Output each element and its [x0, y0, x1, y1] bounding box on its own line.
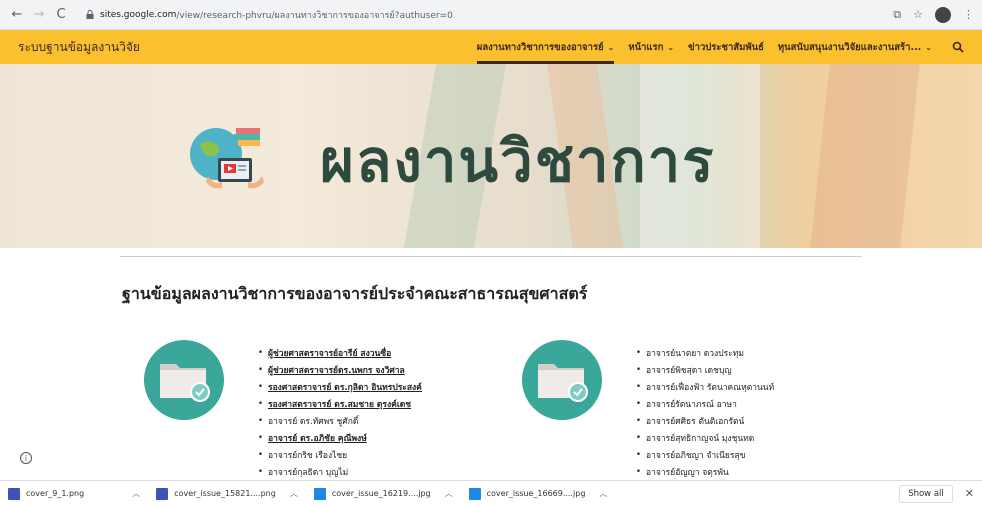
nav-item-label: ข่าวประชาสัมพันธ์ [688, 41, 764, 53]
translate-icon[interactable]: ⧉ [893, 8, 901, 22]
section-divider [120, 256, 862, 257]
chevron-down-icon: ⌄ [667, 42, 675, 52]
faculty-item: อาจารย์รัตนาภรณ์ อาษา [636, 395, 774, 412]
download-shelf: cover_9_1.png ︿ cover_issue_15821....png… [0, 480, 982, 506]
nav-item-research-funding[interactable]: ทุนสนับสนุนงานวิจัยและงานสร้า... ⌄ [778, 30, 932, 64]
back-icon[interactable]: ← [8, 6, 26, 24]
download-item[interactable]: cover_issue_15821....png ︿ [156, 484, 308, 504]
faculty-link[interactable]: ผู้ช่วยศาสตราจารย์อารีย์ สงวนซื่อ [258, 344, 422, 361]
folder-icon [522, 340, 602, 420]
nav-item-label: ผลงานทางวิชาการของอาจารย์ [476, 41, 604, 53]
reload-icon[interactable]: C [52, 6, 70, 24]
faculty-link[interactable]: รองศาสตราจารย์ ดร.สมชาย ดุรงค์เดช [258, 395, 422, 412]
chevron-up-icon[interactable]: ︿ [599, 488, 607, 499]
browser-actions: ⧉ ☆ ⋮ [893, 6, 974, 23]
nav-item-home[interactable]: หน้าแรก ⌄ [628, 30, 674, 64]
faculty-item: อาจารย์พิชสุดา เดชบุญ [636, 361, 774, 378]
chevron-up-icon[interactable]: ︿ [132, 488, 140, 499]
faculty-name: อาจารย์เฟื่องฟ้า รัตนาคณหุตานนท์ [646, 382, 775, 393]
site-header: ระบบฐานข้อมูลงานวิจัย ผลงานทางวิชาการของ… [0, 30, 982, 64]
download-item[interactable]: cover_issue_16219....jpg ︿ [313, 484, 463, 504]
page-heading: ฐานข้อมูลผลงานวิชาการของอาจารย์ประจำคณะส… [122, 284, 588, 303]
faculty-item: อาจารย์นาตยา ดวงประทุม [636, 344, 774, 361]
download-filename: cover_9_1.png [26, 489, 85, 498]
menu-icon[interactable]: ⋮ [963, 8, 974, 21]
info-icon[interactable]: i [20, 452, 32, 464]
image-file-icon [313, 487, 326, 500]
faculty-link[interactable]: ผู้ช่วยศาสตราจารย์ดร.นพกร จงวิศาล [258, 361, 422, 378]
faculty-name: อาจารย์ศศิธร ตันติเอกรัตน์ [646, 416, 745, 427]
url-host: sites.google.com [100, 9, 177, 20]
faculty-item: อาจารย์กุลธิดา บุญไม่ [258, 463, 422, 480]
hero-banner: ผลงานวิชาการ [0, 64, 982, 248]
faculty-name: อาจารย์สุทธิกาญจน์ มุงชุนทด [646, 433, 755, 444]
faculty-name: อาจารย์อภิชญา จำเนียรสุข [646, 450, 746, 461]
faculty-name: อาจารย์อัญญา จตุรพัน [646, 467, 729, 478]
faculty-name: อาจารย์รัตนาภรณ์ อาษา [646, 399, 737, 410]
faculty-name: อาจารย์กุลธิดา บุญไม่ [268, 467, 349, 478]
star-icon[interactable]: ☆ [913, 8, 923, 21]
image-file-icon [8, 487, 20, 500]
faculty-name: อาจารย์นาตยา ดวงประทุม [646, 348, 744, 359]
chevron-down-icon: ⌄ [925, 42, 932, 52]
chevron-up-icon[interactable]: ︿ [290, 488, 298, 499]
faculty-list-right: อาจารย์นาตยา ดวงประทุม อาจารย์พิชสุดา เด… [636, 344, 774, 480]
nav-item-news[interactable]: ข่าวประชาสัมพันธ์ [688, 30, 764, 64]
faculty-link[interactable]: อาจารย์ ดร.อภิชัย คุณีพงษ์ [258, 429, 422, 446]
faculty-name: อาจารย์กริช เรืองไชย [268, 450, 348, 461]
image-file-icon [468, 487, 481, 500]
site-title[interactable]: ระบบฐานข้อมูลงานวิจัย [18, 38, 140, 57]
search-icon[interactable] [952, 41, 964, 53]
url-path: /view/research-phvru/ผลงานทางวิชาการของอ… [176, 10, 453, 21]
faculty-item: อาจารย์เฟื่องฟ้า รัตนาคณหุตานนท์ [636, 378, 774, 395]
faculty-item: อาจารย์อัญญา จตุรพัน [636, 463, 774, 480]
chevron-up-icon[interactable]: ︿ [445, 488, 453, 499]
faculty-name[interactable]: รองศาสตราจารย์ ดร.กุลิดา อินทรประสงค์ [268, 380, 422, 394]
address-bar[interactable]: sites.google.com/view/research-phvru/ผลง… [78, 5, 461, 25]
faculty-item: อาจารย์อภิชญา จำเนียรสุข [636, 446, 774, 463]
nav-item-academic-works[interactable]: ผลงานทางวิชาการของอาจารย์ ⌄ [476, 30, 615, 64]
faculty-item: อาจารย์ ดร.ทัศพร ชูศักดิ์ [258, 412, 422, 429]
faculty-name[interactable]: ผู้ช่วยศาสตราจารย์อารีย์ สงวนซื่อ [268, 346, 391, 360]
faculty-item: อาจารย์สุทธิกาญจน์ มุงชุนทด [636, 429, 774, 446]
avatar[interactable] [935, 6, 951, 23]
lock-icon [86, 10, 94, 19]
faculty-name: อาจารย์พิชสุดา เดชบุญ [646, 365, 732, 376]
faculty-name[interactable]: ผู้ช่วยศาสตราจารย์ดร.นพกร จงวิศาล [268, 363, 405, 377]
browser-toolbar: ← → C sites.google.com/view/research-phv… [0, 0, 982, 30]
nav-item-label: หน้าแรก [628, 41, 664, 53]
image-file-icon [156, 487, 169, 500]
faculty-name[interactable]: รองศาสตราจารย์ ดร.สมชาย ดุรงค์เดช [268, 397, 411, 411]
faculty-name[interactable]: อาจารย์ ดร.อภิชัย คุณีพงษ์ [268, 431, 367, 445]
download-filename: cover_issue_15821....png [174, 489, 276, 498]
forward-icon[interactable]: → [30, 6, 48, 24]
faculty-item: อาจารย์ศศิธร ตันติเอกรัตน์ [636, 412, 774, 429]
faculty-link[interactable]: รองศาสตราจารย์ ดร.กุลิดา อินทรประสงค์ [258, 378, 422, 395]
main-nav: ผลงานทางวิชาการของอาจารย์ ⌄ หน้าแรก ⌄ ข่าว… [476, 30, 964, 64]
folder-icon [144, 340, 224, 420]
online-learning-icon [190, 128, 264, 189]
download-filename: cover_issue_16669....jpg [486, 489, 586, 498]
faculty-list-left: ผู้ช่วยศาสตราจารย์อารีย์ สงวนซื่อ ผู้ช่ว… [258, 344, 422, 480]
download-item[interactable]: cover_issue_16669....jpg ︿ [468, 484, 618, 504]
download-filename: cover_issue_16219....jpg [331, 489, 431, 498]
close-icon[interactable]: ✕ [965, 487, 974, 500]
show-all-button[interactable]: Show all [899, 484, 953, 503]
faculty-name: อาจารย์ ดร.ทัศพร ชูศักดิ์ [268, 416, 359, 427]
faculty-item: อาจารย์กริช เรืองไชย [258, 446, 422, 463]
download-item[interactable]: cover_9_1.png ︿ [8, 484, 150, 504]
nav-item-label: ทุนสนับสนุนงานวิจัยและงานสร้า... [777, 41, 922, 53]
hero-title: ผลงานวิชาการ [320, 127, 716, 195]
chevron-down-icon: ⌄ [607, 42, 615, 52]
